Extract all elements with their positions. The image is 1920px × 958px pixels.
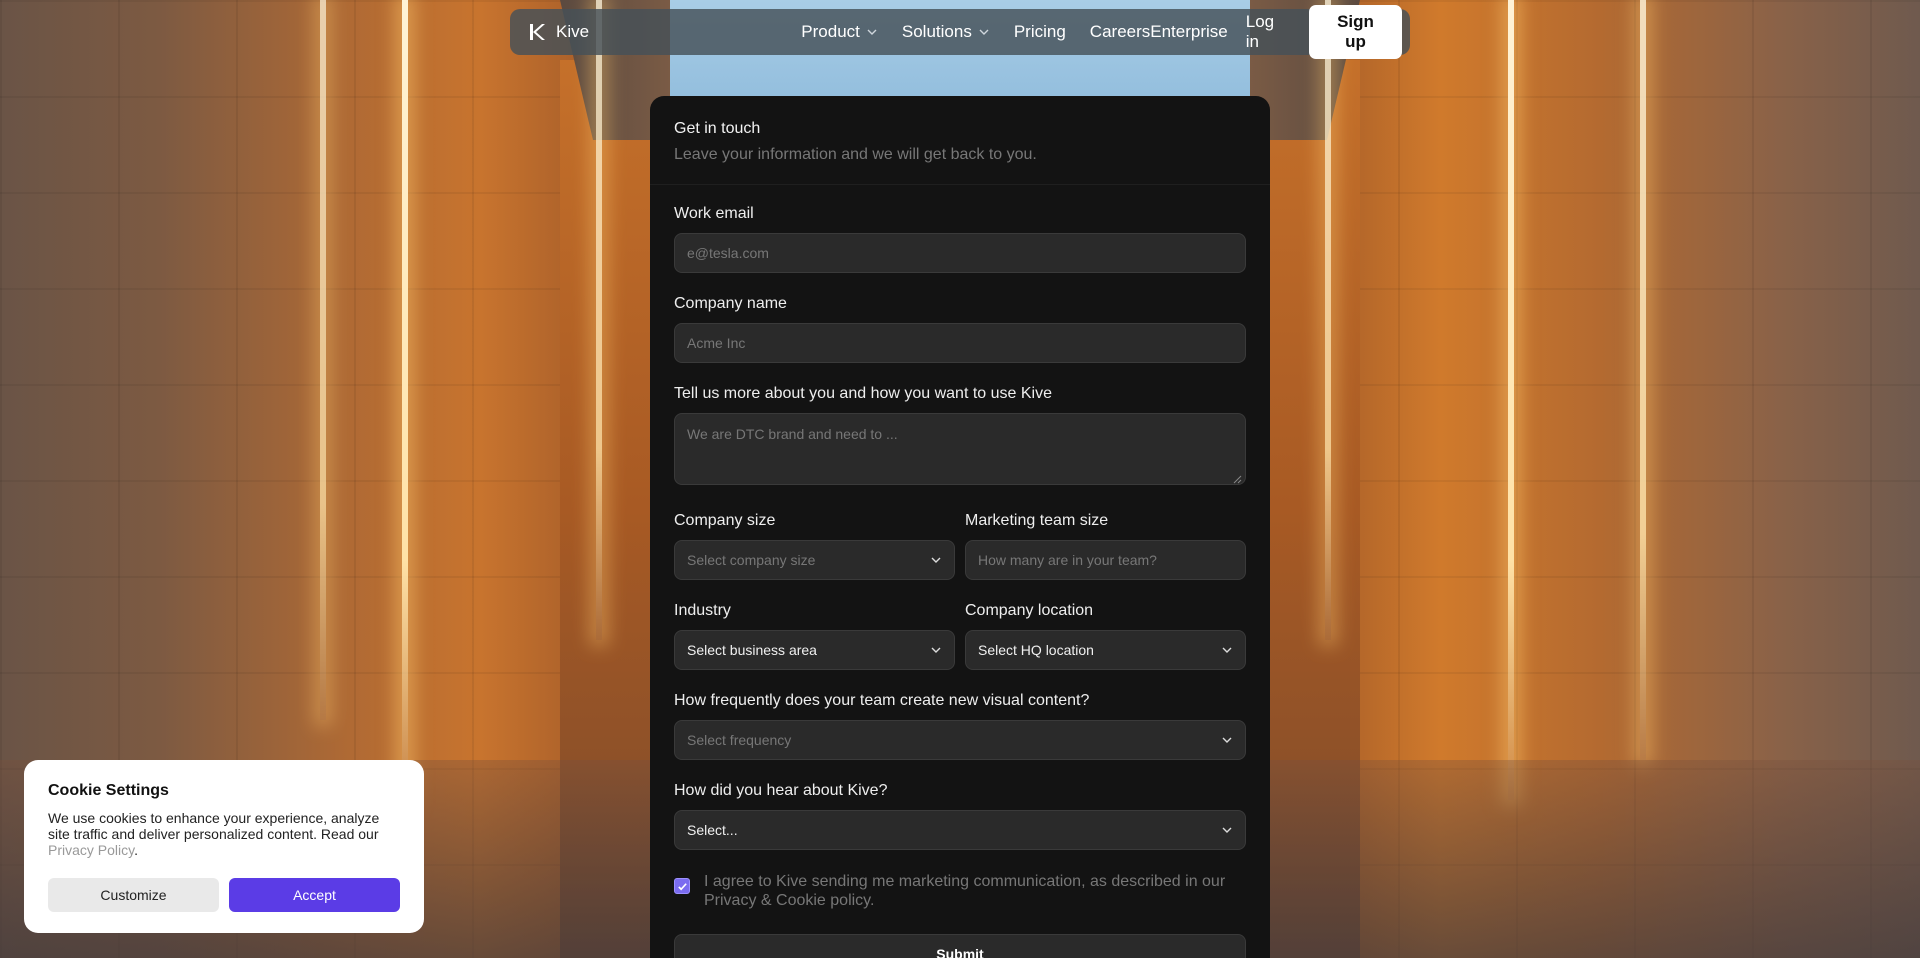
company-location-value: Select HQ location — [978, 642, 1094, 658]
company-size-select[interactable]: Select company size — [674, 540, 955, 580]
privacy-policy-link[interactable]: Privacy Policy — [48, 842, 134, 858]
nav-item-label: Product — [801, 22, 860, 41]
nav-item-solutions[interactable]: Solutions — [902, 22, 990, 42]
frequency-field: How frequently does your team create new… — [674, 692, 1246, 760]
signup-button[interactable]: Sign up — [1309, 5, 1402, 59]
consent-row: I agree to Kive sending me marketing com… — [674, 872, 1246, 910]
frequency-label: How frequently does your team create new… — [674, 692, 1090, 709]
top-navbar: Kive Product Solutions Pricing Careers E… — [510, 5, 1410, 59]
source-field: How did you hear about Kive? Select... — [674, 782, 1246, 850]
company-location-field: Company location Select HQ location — [965, 602, 1246, 670]
resize-handle-icon[interactable] — [1232, 474, 1242, 484]
frequency-placeholder: Select frequency — [687, 732, 792, 748]
chevron-down-icon — [1222, 827, 1232, 833]
chevron-down-icon — [979, 29, 989, 35]
cookie-banner: Cookie Settings We use cookies to enhanc… — [24, 760, 424, 933]
nav-item-label: Solutions — [901, 22, 972, 41]
customize-button[interactable]: Customize — [48, 878, 219, 912]
source-select[interactable]: Select... — [674, 810, 1246, 850]
marketing-team-size-field: Marketing team size — [965, 512, 1246, 580]
light-beam — [402, 0, 408, 800]
cookie-body-text: We use cookies to enhance your experienc… — [48, 810, 380, 842]
chevron-down-icon — [1222, 737, 1232, 743]
cookie-actions: Customize Accept — [48, 878, 400, 912]
work-email-input[interactable] — [674, 233, 1246, 273]
form-subtitle: Leave your information and we will get b… — [674, 146, 1037, 163]
company-name-label: Company name — [674, 295, 787, 312]
light-beam — [596, 0, 602, 640]
kive-logo-icon — [530, 24, 545, 40]
nav-actions: Enterprise Log in Sign up — [1150, 5, 1402, 59]
chevron-down-icon — [931, 557, 941, 563]
about-field: Tell us more about you and how you want … — [674, 385, 1246, 490]
cookie-body-period: . — [134, 842, 138, 858]
accept-button[interactable]: Accept — [229, 878, 400, 912]
brand-name: Kive — [556, 22, 590, 41]
about-textarea-wrap — [674, 413, 1246, 490]
nav-item-label: Careers — [1089, 22, 1151, 41]
light-beam — [1508, 0, 1514, 800]
industry-value: Select business area — [687, 642, 817, 658]
industry-label: Industry — [674, 602, 731, 619]
industry-row: Industry Select business area Company lo… — [674, 602, 1246, 670]
consent-text: I agree to Kive sending me marketing com… — [704, 873, 1226, 909]
submit-button[interactable]: Submit — [674, 934, 1246, 958]
chevron-down-icon — [931, 647, 941, 653]
company-name-field: Company name — [674, 295, 1246, 363]
nav-item-label: Pricing — [1013, 22, 1066, 41]
company-size-label: Company size — [674, 512, 776, 529]
industry-field: Industry Select business area — [674, 602, 955, 670]
form-title: Get in touch — [674, 120, 761, 137]
marketing-team-size-label: Marketing team size — [965, 512, 1109, 529]
source-value: Select... — [687, 822, 738, 838]
cookie-title: Cookie Settings — [48, 782, 169, 799]
marketing-team-size-input[interactable] — [965, 540, 1246, 580]
contact-form: Work email Company name Tell us more abo… — [650, 185, 1270, 958]
nav-menu: Product Solutions Pricing Careers — [801, 22, 1150, 42]
chevron-down-icon — [867, 29, 877, 35]
company-size-field: Company size Select company size — [674, 512, 955, 580]
contact-form-card: Get in touch Leave your information and … — [650, 96, 1270, 958]
work-email-field: Work email — [674, 205, 1246, 273]
cookie-body: We use cookies to enhance your experienc… — [48, 810, 400, 858]
work-email-label: Work email — [674, 205, 754, 222]
size-row: Company size Select company size Marketi… — [674, 512, 1246, 580]
company-name-input[interactable] — [674, 323, 1246, 363]
light-beam — [320, 0, 326, 720]
company-size-placeholder: Select company size — [687, 552, 816, 568]
checkmark-icon — [677, 882, 687, 890]
about-textarea[interactable] — [674, 413, 1246, 485]
form-header: Get in touch Leave your information and … — [650, 96, 1270, 185]
source-label: How did you hear about Kive? — [674, 782, 888, 799]
company-location-label: Company location — [965, 602, 1094, 619]
company-location-select[interactable]: Select HQ location — [965, 630, 1246, 670]
nav-item-product[interactable]: Product — [801, 22, 878, 42]
light-beam — [1325, 0, 1331, 640]
nav-item-careers[interactable]: Careers — [1090, 22, 1150, 42]
consent-checkbox[interactable] — [674, 878, 690, 894]
industry-select[interactable]: Select business area — [674, 630, 955, 670]
light-beam — [1640, 0, 1646, 760]
nav-item-pricing[interactable]: Pricing — [1014, 22, 1066, 42]
about-label: Tell us more about you and how you want … — [674, 385, 1052, 402]
chevron-down-icon — [1222, 647, 1232, 653]
enterprise-link[interactable]: Enterprise — [1150, 22, 1227, 42]
frequency-select[interactable]: Select frequency — [674, 720, 1246, 760]
brand-link[interactable]: Kive — [528, 22, 706, 42]
login-link[interactable]: Log in — [1246, 12, 1291, 52]
